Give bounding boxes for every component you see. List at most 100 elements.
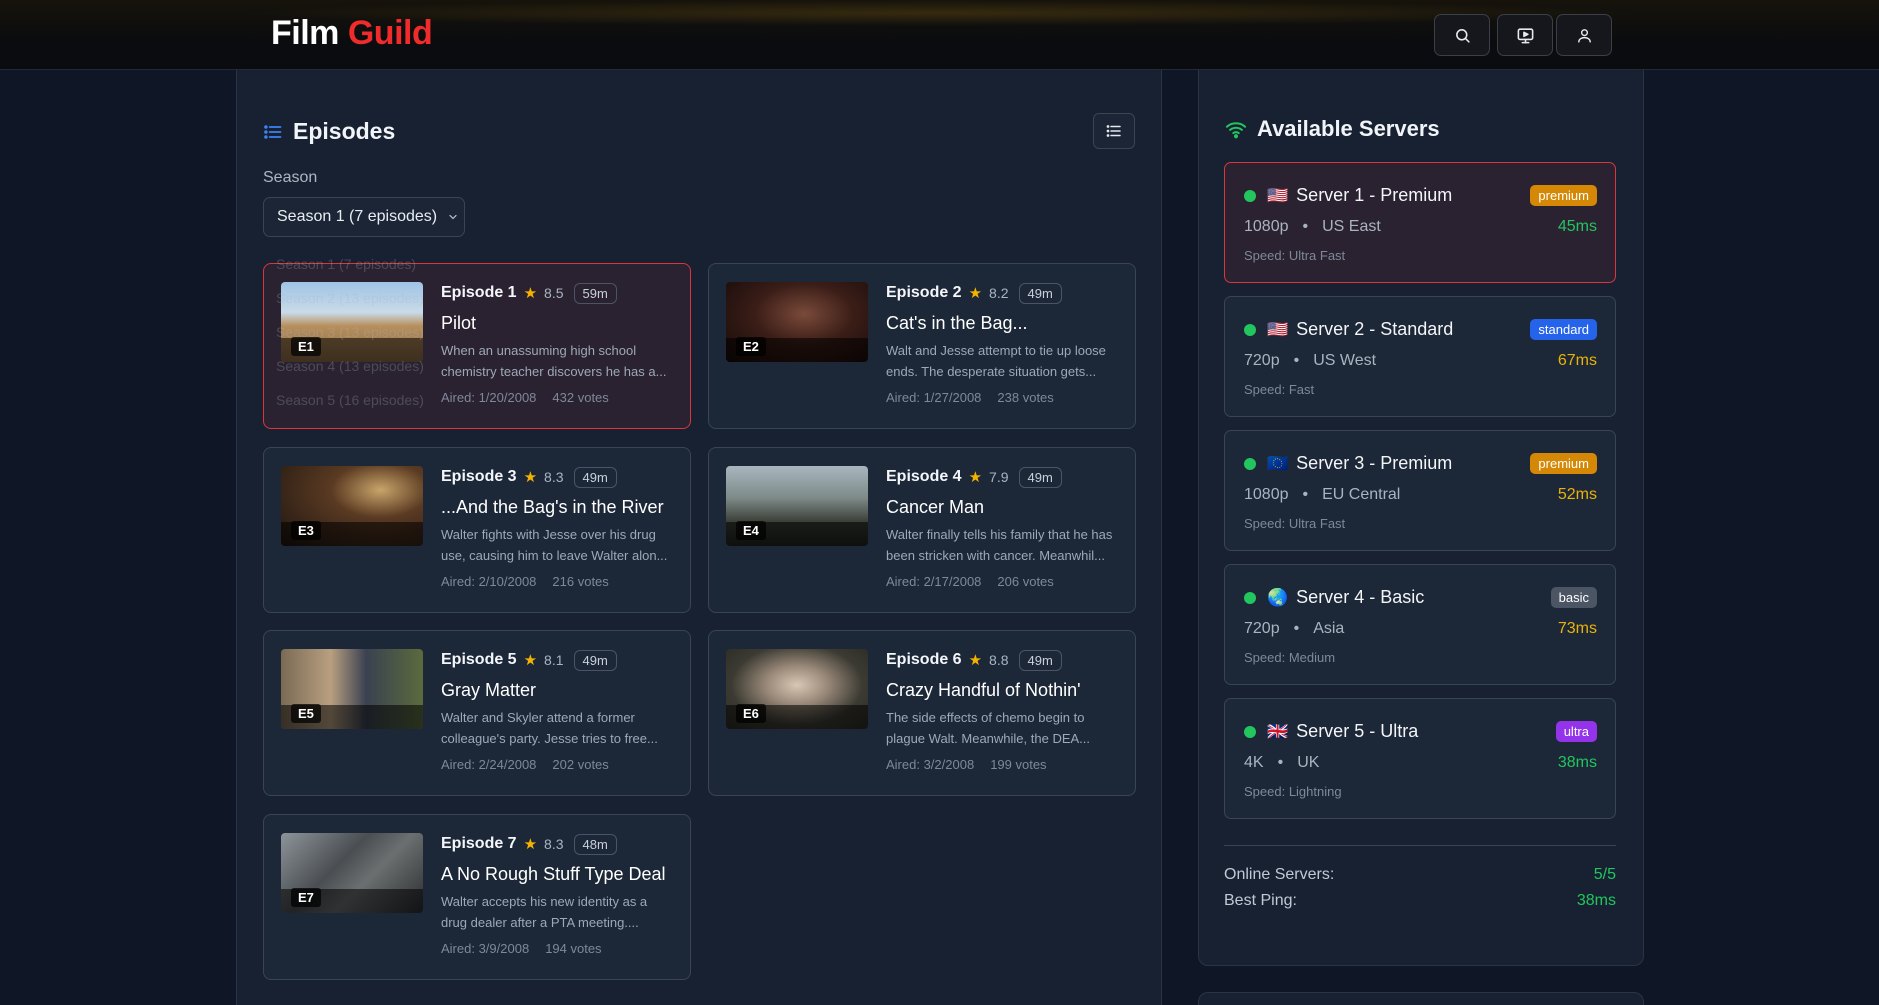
status-dot [1244, 725, 1256, 738]
episode-duration: 49m [573, 649, 617, 671]
episode-number: Episode 2 [886, 284, 962, 301]
flag-us-icon: 🇺🇸 [1267, 185, 1289, 205]
episode-rating: 8.8 [989, 652, 1009, 668]
episode-votes: 216 votes [552, 574, 609, 589]
flag-eu-icon: 🇪🇺 [1267, 453, 1289, 473]
flag-us-icon: 🇺🇸 [1267, 319, 1289, 339]
logo-text-guild: Guild [347, 14, 433, 52]
star-icon: ★ [523, 836, 538, 853]
episode-aired: Aired: 2/10/2008 [441, 574, 537, 589]
episode-duration: 49m [573, 466, 617, 488]
episode-thumbnail: E3 [281, 466, 423, 546]
chevron-down-icon [449, 214, 457, 220]
episode-rating: 8.3 [544, 469, 564, 485]
episode-votes: 194 votes [545, 941, 602, 956]
flag-uk-icon: 🇬🇧 [1267, 721, 1289, 741]
server-card[interactable]: 🇺🇸 Server 2 - Standard standard 720p • U… [1224, 296, 1616, 417]
site-logo[interactable]: Film Guild [271, 14, 433, 53]
episode-card[interactable]: E4 Episode 4 ★ 7.9 49m Cancer Man Walter… [708, 447, 1136, 613]
server-speed: Speed: Fast [1244, 382, 1315, 397]
server-name: Server 2 - Standard [1296, 319, 1454, 339]
episodes-header: Episodes [263, 118, 395, 145]
server-card[interactable]: 🌏 Server 4 - Basic basic 720p • Asia 73m… [1224, 564, 1616, 685]
server-card[interactable]: 🇬🇧 Server 5 - Ultra ultra 4K • UK 38ms S… [1224, 698, 1616, 819]
episode-card[interactable]: E3 Episode 3 ★ 8.3 49m ...And the Bag's … [263, 447, 691, 613]
server-quality: 4K [1244, 754, 1264, 771]
episode-aired: Aired: 3/9/2008 [441, 941, 530, 956]
online-servers-value: 5/5 [1593, 866, 1616, 883]
episode-rating: 8.5 [544, 285, 564, 301]
episode-title: Crazy Handful of Nothin' [886, 680, 1081, 700]
episode-votes: 206 votes [997, 574, 1054, 589]
episode-aired: Aired: 2/24/2008 [441, 757, 537, 772]
separator-dot: • [1277, 754, 1284, 771]
search-icon [1455, 28, 1470, 43]
logo-text-film: Film [271, 14, 339, 52]
episode-card[interactable]: E6 Episode 6 ★ 8.8 49m Crazy Handful of … [708, 630, 1136, 796]
server-quality: 1080p [1244, 218, 1289, 235]
separator-dot: • [1293, 352, 1300, 369]
episode-card[interactable]: E1 Episode 1 ★ 8.5 59m Pilot When an una… [263, 263, 691, 429]
server-card[interactable]: 🇺🇸 Server 1 - Premium premium 1080p • US… [1224, 162, 1616, 283]
server-speed: Speed: Ultra Fast [1244, 516, 1346, 531]
server-tier-badge: basic [1550, 587, 1597, 608]
best-ping-stat: Best Ping: 38ms [1224, 892, 1616, 910]
episode-thumbnail: E1 [281, 282, 423, 362]
episode-votes: 238 votes [997, 390, 1054, 405]
status-dot [1244, 591, 1256, 604]
episode-aired: Aired: 3/2/2008 [886, 757, 975, 772]
episode-thumbnail: E2 [726, 282, 868, 362]
view-toggle-button[interactable] [1093, 113, 1135, 149]
episode-duration: 49m [1018, 466, 1062, 488]
star-icon: ★ [523, 285, 538, 302]
episode-card[interactable]: E7 Episode 7 ★ 8.3 48m A No Rough Stuff … [263, 814, 691, 980]
cast-button[interactable] [1497, 14, 1553, 56]
servers-title: Available Servers [1257, 116, 1440, 141]
server-name: Server 5 - Ultra [1296, 721, 1419, 741]
episode-description: Walt and Jesse attempt to tie up loose e… [886, 343, 1106, 379]
user-icon [1577, 28, 1591, 43]
episode-votes: 432 votes [552, 390, 609, 405]
episode-thumbnail: E6 [726, 649, 868, 729]
episodes-title: Episodes [293, 118, 396, 144]
episode-number: Episode 3 [441, 468, 517, 485]
server-region: Asia [1313, 620, 1345, 637]
header-glow [240, 0, 1640, 26]
episode-card[interactable]: E5 Episode 5 ★ 8.1 49m Gray Matter Walte… [263, 630, 691, 796]
server-tier-badge: ultra [1555, 721, 1597, 742]
episode-description: The side effects of chemo begin to plagu… [886, 710, 1091, 746]
episode-tag: E4 [736, 521, 766, 540]
season-label: Season [263, 169, 318, 186]
episode-tag: E6 [736, 704, 766, 723]
season-select-value: Season 1 (7 episodes) [277, 208, 438, 225]
server-ping: 38ms [1557, 754, 1597, 771]
server-region: UK [1297, 754, 1320, 771]
server-card[interactable]: 🇪🇺 Server 3 - Premium premium 1080p • EU… [1224, 430, 1616, 551]
episode-duration: 59m [573, 282, 617, 304]
server-quality: 1080p [1244, 486, 1289, 503]
star-icon: ★ [968, 652, 983, 669]
best-ping-value: 38ms [1576, 892, 1616, 909]
season-select[interactable]: Season 1 (7 episodes) [263, 197, 465, 237]
episode-tag: E3 [291, 521, 321, 540]
episode-title: Cancer Man [886, 497, 985, 517]
episode-aired: Aired: 1/20/2008 [441, 390, 537, 405]
episode-card[interactable]: E2 Episode 2 ★ 8.2 49m Cat's in the Bag.… [708, 263, 1136, 429]
server-name: Server 3 - Premium [1296, 453, 1453, 473]
episode-title: Cat's in the Bag... [886, 313, 1028, 333]
server-ping: 45ms [1557, 218, 1597, 235]
profile-button[interactable] [1556, 14, 1612, 56]
list-view-icon [1106, 125, 1121, 137]
episode-tag: E2 [736, 337, 766, 356]
cast-icon [1517, 27, 1533, 43]
episode-rating: 8.3 [544, 836, 564, 852]
server-speed: Speed: Medium [1244, 650, 1336, 665]
server-quality: 720p [1244, 620, 1280, 637]
search-button[interactable] [1434, 14, 1490, 56]
separator-dot: • [1302, 486, 1309, 503]
episode-duration: 49m [1018, 649, 1062, 671]
server-name: Server 1 - Premium [1296, 185, 1453, 205]
top-navbar: Film Guild [0, 0, 1879, 70]
episode-thumbnail: E4 [726, 466, 868, 546]
servers-divider [1224, 845, 1616, 846]
